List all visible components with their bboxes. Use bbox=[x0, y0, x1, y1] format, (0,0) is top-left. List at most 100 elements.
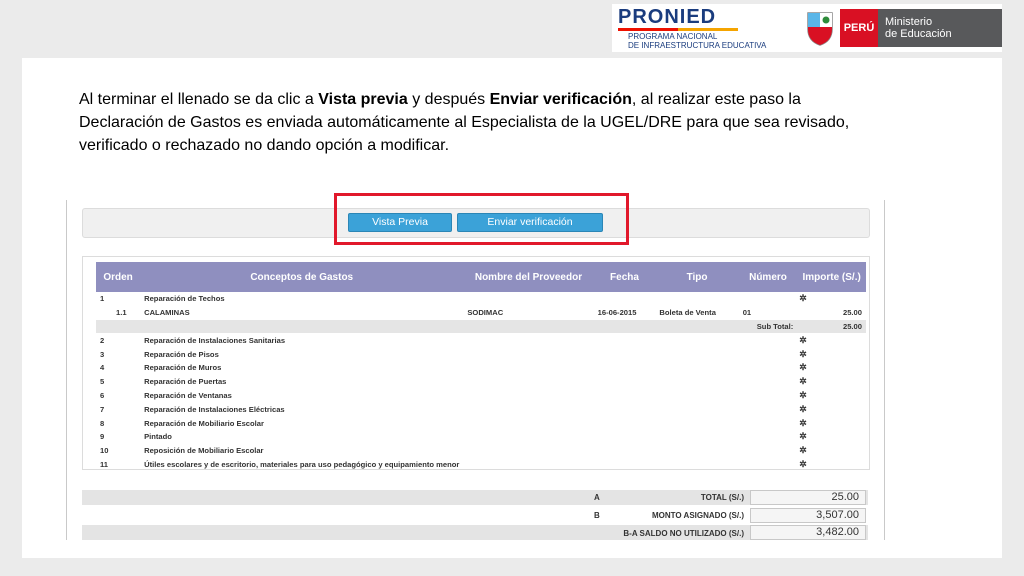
cell-fecha bbox=[594, 361, 656, 375]
cell-fecha bbox=[594, 347, 656, 361]
total-value-field[interactable]: 25.00 bbox=[750, 490, 866, 505]
cell-proveedor bbox=[463, 444, 593, 458]
highlight-box bbox=[334, 193, 629, 245]
cell-tipo bbox=[655, 347, 738, 361]
cell-concepto: Reparación de Instalaciones Eléctricas bbox=[144, 404, 285, 414]
cell-concepto: Reparación de Techos bbox=[144, 294, 225, 304]
edit-icon[interactable]: ✲ bbox=[799, 418, 806, 428]
column-header: Tipo bbox=[655, 262, 739, 292]
cell-fecha bbox=[594, 458, 656, 472]
cell-concepto bbox=[140, 319, 464, 334]
table-row: 8 Reparación de Mobiliario Escolar ✲ bbox=[96, 416, 866, 430]
cell-importe: ✲ bbox=[797, 347, 866, 361]
column-header: Importe (S/.) bbox=[797, 262, 866, 292]
cell-orden: 4 bbox=[100, 363, 105, 373]
table-row: 1.1 CALAMINAS SODIMAC 16-06-2015 Boleta de V… bbox=[96, 306, 866, 320]
cell-orden: 5 bbox=[100, 377, 105, 387]
cell-orden: 9 bbox=[100, 432, 105, 442]
cell-fecha bbox=[594, 333, 656, 347]
edit-icon[interactable]: ✲ bbox=[799, 404, 806, 414]
cell-orden: 1.1 bbox=[116, 308, 127, 318]
cell-concepto: Reposición de Mobiliario Escolar bbox=[144, 446, 264, 456]
instruction-part1: Al terminar el llenado se da clic a bbox=[79, 91, 319, 108]
cell-fecha bbox=[593, 319, 656, 334]
column-header: Número bbox=[738, 262, 798, 292]
pronied-stripe bbox=[618, 27, 738, 31]
table-row: 7 Reparación de Instalaciones Eléctricas ✲ bbox=[96, 402, 866, 416]
cell-fecha bbox=[594, 416, 656, 430]
cell-fecha bbox=[594, 444, 656, 458]
edit-icon[interactable]: ✲ bbox=[799, 459, 806, 469]
cell-fecha bbox=[594, 402, 656, 416]
pronied-line2: DE INFRAESTRUCTURA EDUCATIVA bbox=[628, 40, 767, 50]
cell-concepto: Útiles escolares y de escritorio, materi… bbox=[144, 459, 460, 469]
table-row: 6 Reparación de Ventanas ✲ bbox=[96, 389, 866, 403]
cell-proveedor bbox=[463, 458, 593, 472]
edit-icon[interactable]: ✲ bbox=[799, 293, 806, 303]
cell-concepto: Reparación de Puertas bbox=[144, 377, 227, 387]
pronied-line1: PROGRAMA NACIONAL bbox=[628, 31, 718, 41]
pronied-logo: PRONIED PROGRAMA NACIONAL DE INFRAESTRUC… bbox=[612, 4, 788, 52]
cell-importe: ✲ bbox=[797, 389, 866, 403]
instruction-text: Al terminar el llenado se da clic a Vist… bbox=[79, 88, 879, 157]
expenses-table: Orden Conceptos de Gastos Nombre del Prove… bbox=[96, 262, 866, 471]
cell-orden: 2 bbox=[100, 335, 105, 345]
cell-numero: Sub Total: bbox=[738, 319, 798, 334]
ministry-line2: de Educación bbox=[885, 28, 952, 40]
cell-concepto: Reparación de Ventanas bbox=[144, 390, 232, 400]
cell-numero bbox=[739, 458, 798, 472]
table-row: 10 Reposición de Mobiliario Escolar ✲ bbox=[96, 444, 866, 458]
cell-tipo bbox=[655, 375, 738, 389]
edit-icon[interactable]: ✲ bbox=[799, 445, 806, 455]
edit-icon[interactable]: ✲ bbox=[799, 431, 806, 441]
cell-numero bbox=[739, 416, 798, 430]
table-row: 4 Reparación de Muros ✲ bbox=[96, 361, 866, 375]
instruction-bold-send: Enviar verificación bbox=[489, 91, 632, 108]
cell-proveedor bbox=[463, 430, 593, 444]
cell-numero bbox=[739, 430, 798, 444]
cell-importe: 25.00 bbox=[797, 319, 866, 334]
instruction-bold-preview: Vista previa bbox=[318, 91, 408, 108]
cell-proveedor bbox=[463, 333, 593, 347]
cell-importe: ✲ bbox=[797, 416, 866, 430]
cell-tipo: Boleta de Venta bbox=[659, 308, 716, 318]
cell-importe: ✲ bbox=[797, 458, 866, 472]
edit-icon[interactable]: ✲ bbox=[799, 362, 806, 372]
cell-importe: ✲ bbox=[797, 444, 866, 458]
edit-icon[interactable]: ✲ bbox=[799, 335, 806, 345]
cell-importe: ✲ bbox=[797, 292, 866, 306]
cell-numero bbox=[739, 292, 798, 306]
cell-numero bbox=[739, 333, 798, 347]
cell-proveedor bbox=[463, 319, 594, 334]
cell-fecha bbox=[594, 292, 656, 306]
table-row: 2 Reparación de Instalaciones Sanitarias ✲ bbox=[96, 333, 866, 347]
cell-tipo bbox=[655, 361, 738, 375]
table-body: 1 Reparación de Techos ✲ 1.1 CALAMINAS SODIMA… bbox=[96, 292, 866, 471]
cell-fecha bbox=[594, 430, 656, 444]
unused-balance-field[interactable]: 3,482.00 bbox=[750, 525, 866, 540]
cell-orden bbox=[96, 319, 141, 334]
cell-tipo bbox=[655, 402, 738, 416]
table-row: 5 Reparación de Puertas ✲ bbox=[96, 375, 866, 389]
cell-tipo bbox=[655, 389, 738, 403]
table-row: 1 Reparación de Techos ✲ bbox=[96, 292, 866, 306]
cell-importe: ✲ bbox=[797, 361, 866, 375]
edit-icon[interactable]: ✲ bbox=[799, 349, 806, 359]
total-letter-b: B bbox=[594, 511, 600, 520]
cell-proveedor bbox=[463, 416, 593, 430]
edit-icon[interactable]: ✲ bbox=[799, 390, 806, 400]
cell-tipo bbox=[655, 319, 739, 334]
column-header: Conceptos de Gastos bbox=[140, 262, 464, 292]
cell-numero bbox=[739, 375, 798, 389]
column-header: Nombre del Proveedor bbox=[463, 262, 594, 292]
cell-concepto: Reparación de Pisos bbox=[144, 349, 219, 359]
cell-orden: 3 bbox=[100, 349, 105, 359]
pronied-name: PRONIED bbox=[618, 5, 717, 28]
cell-tipo bbox=[655, 430, 738, 444]
total-letter-a: A bbox=[594, 493, 600, 502]
total-label: TOTAL (S/.) bbox=[700, 493, 744, 502]
edit-icon[interactable]: ✲ bbox=[799, 376, 806, 386]
assigned-amount-field[interactable]: 3,507.00 bbox=[750, 508, 866, 523]
screenshot-border-left bbox=[66, 200, 67, 540]
cell-importe: ✲ bbox=[797, 402, 866, 416]
